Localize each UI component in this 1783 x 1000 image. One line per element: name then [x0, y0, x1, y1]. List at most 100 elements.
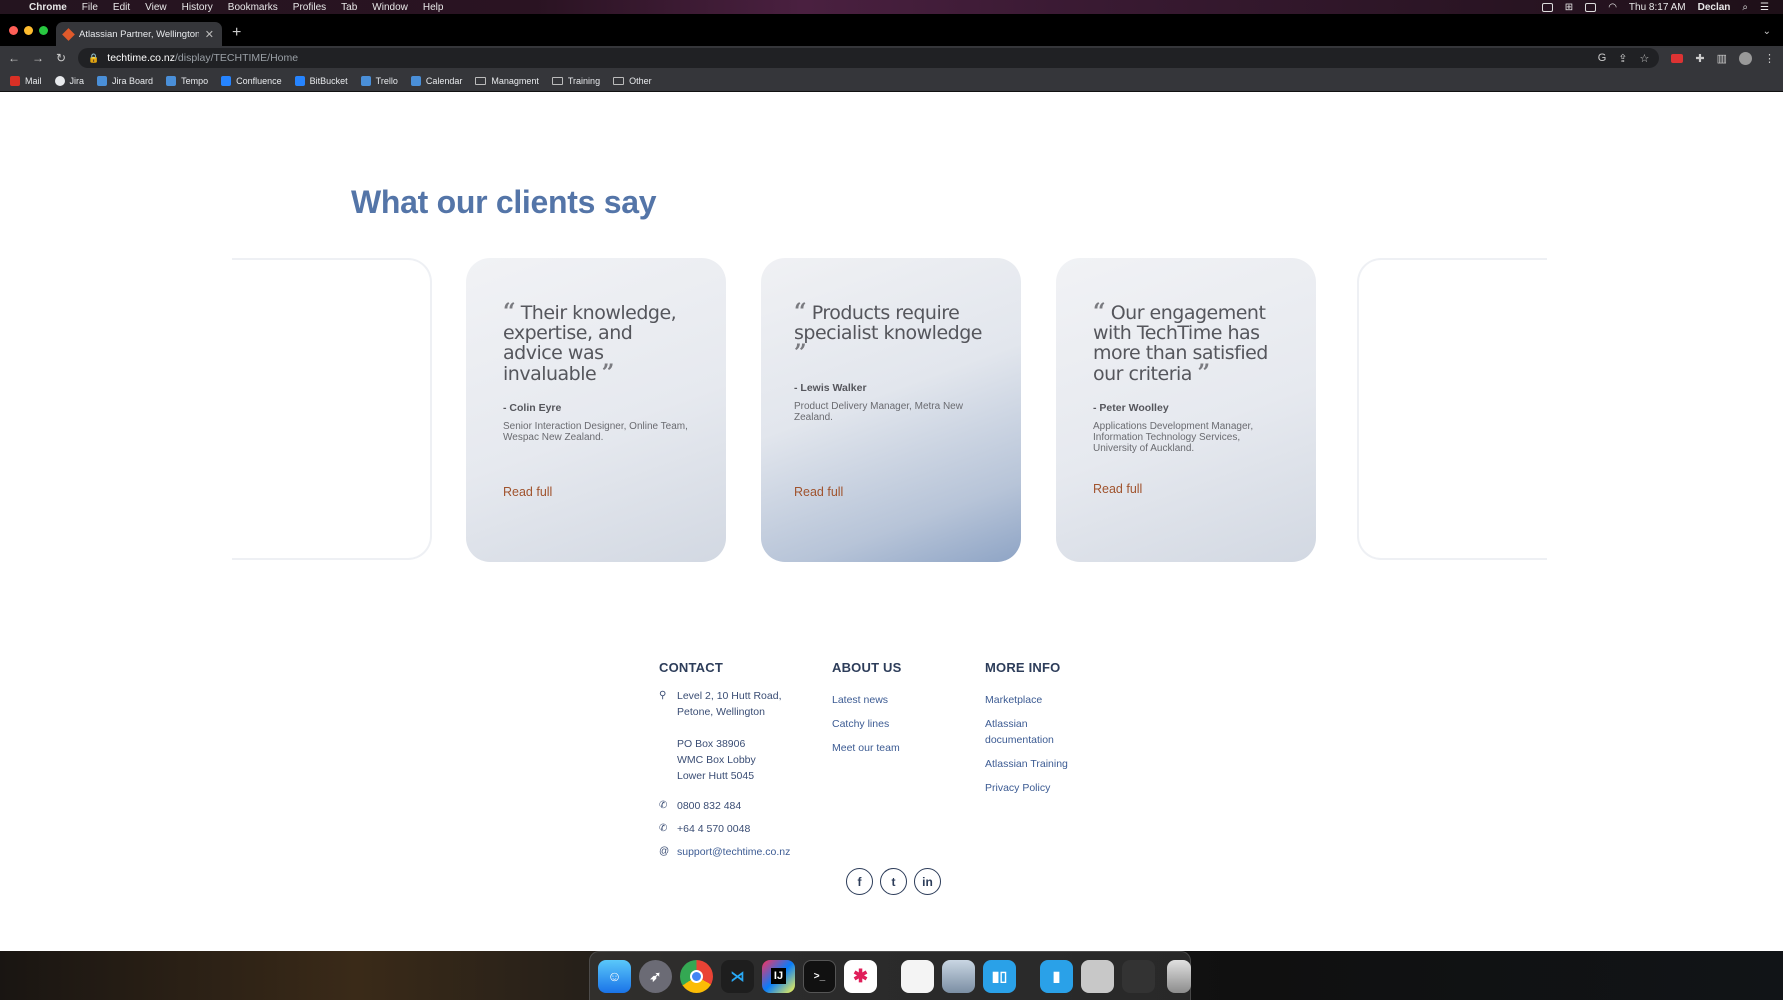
- phone-icon: ✆: [659, 800, 668, 811]
- footer-link-privacy-policy[interactable]: Privacy Policy: [985, 780, 1050, 796]
- new-tab-button[interactable]: +: [232, 24, 241, 42]
- footer-link-atlassian-training[interactable]: Atlassian Training: [985, 756, 1068, 772]
- testimonials-heading: What our clients say: [351, 184, 657, 220]
- contact-phone-1[interactable]: ✆ 0800 832 484: [659, 798, 741, 814]
- finder-icon[interactable]: ☺: [598, 959, 631, 993]
- status-grid-icon[interactable]: ⊞: [1565, 2, 1573, 13]
- address-line: Level 2, 10 Hutt Road,: [677, 690, 782, 702]
- control-center-icon[interactable]: ☰: [1760, 2, 1769, 13]
- bookmark-folder-other[interactable]: Other: [613, 76, 652, 86]
- google-lens-icon[interactable]: G: [1598, 52, 1607, 64]
- url-path: /display/TECHTIME/Home: [174, 52, 299, 64]
- menu-file[interactable]: File: [82, 2, 98, 13]
- airplay-icon[interactable]: [1585, 2, 1597, 12]
- menu-edit[interactable]: Edit: [113, 2, 130, 13]
- testimonial-author: - Colin Eyre: [503, 402, 562, 414]
- close-quote-icon: ”: [601, 360, 615, 386]
- forward-arrow-icon[interactable]: →: [32, 51, 44, 65]
- bookmark-star-icon[interactable]: ☆: [1640, 52, 1650, 65]
- po-line: PO Box 38906: [677, 738, 746, 750]
- chrome-menu-icon[interactable]: ⋮: [1764, 52, 1775, 65]
- url-host: techtime.co.nz: [107, 52, 175, 64]
- bookmark-folder-training[interactable]: Training: [551, 76, 600, 86]
- bookmark-tempo[interactable]: Tempo: [166, 75, 208, 86]
- menu-tab[interactable]: Tab: [341, 2, 357, 13]
- textedit-icon[interactable]: [901, 959, 934, 993]
- screenshot-stack-icon[interactable]: [1081, 959, 1114, 993]
- menu-history[interactable]: History: [182, 2, 213, 13]
- downloads-stack-icon[interactable]: ▮: [1040, 959, 1073, 993]
- tempo-icon: [166, 75, 177, 86]
- footer-link-latest-news[interactable]: Latest news: [832, 692, 888, 708]
- profile-avatar[interactable]: [1739, 51, 1752, 65]
- extension-red-icon[interactable]: [1671, 53, 1684, 63]
- bookmark-jira-board[interactable]: Jira Board: [97, 75, 153, 86]
- bookmark-calendar[interactable]: Calendar: [410, 75, 462, 86]
- contact-address: ⚲ Level 2, 10 Hutt Road, Petone, Wellingt…: [659, 688, 781, 720]
- window-stack-icon[interactable]: [1122, 959, 1155, 993]
- close-window-button[interactable]: [9, 26, 18, 35]
- contact-phone-2[interactable]: ✆ +64 4 570 0048: [659, 821, 750, 837]
- menu-profiles[interactable]: Profiles: [293, 2, 326, 13]
- vscode-icon[interactable]: ⋊: [721, 959, 754, 993]
- footer-link-marketplace[interactable]: Marketplace: [985, 692, 1042, 708]
- footer-about-heading: ABOUT US: [832, 660, 902, 675]
- bookmark-label: Confluence: [236, 75, 282, 86]
- footer-link-atlassian-documentation[interactable]: Atlassian documentation: [985, 716, 1054, 748]
- read-full-link[interactable]: Read full: [1093, 482, 1142, 496]
- address-bar[interactable]: 🔒 techtime.co.nz/display/TECHTIME/Home G…: [78, 48, 1660, 68]
- preview-icon[interactable]: [942, 959, 975, 993]
- read-full-link[interactable]: Read full: [794, 485, 843, 499]
- menubar-user[interactable]: Declan: [1698, 2, 1731, 13]
- menu-bookmarks[interactable]: Bookmarks: [228, 2, 278, 13]
- minimize-window-button[interactable]: [24, 26, 33, 35]
- footer-link-catchy-lines[interactable]: Catchy lines: [832, 716, 889, 732]
- extensions-puzzle-icon[interactable]: ✚: [1695, 52, 1704, 65]
- bookmark-trello[interactable]: Trello: [360, 75, 398, 86]
- browser-tab-active[interactable]: Atlassian Partner, Wellington - ✕: [56, 22, 222, 46]
- bookmark-confluence[interactable]: Confluence: [221, 75, 282, 86]
- menubar-clock[interactable]: Thu 8:17 AM: [1629, 2, 1686, 13]
- tab-search-chevron-icon[interactable]: ⌄: [1763, 26, 1771, 37]
- status-shield-icon[interactable]: [1541, 2, 1553, 12]
- bookmark-folder-managment[interactable]: Managment: [475, 76, 539, 86]
- social-links: f t in: [846, 868, 941, 895]
- wifi-icon[interactable]: ◠: [1608, 2, 1617, 13]
- back-arrow-icon[interactable]: ←: [8, 51, 20, 65]
- launchpad-icon[interactable]: ➶: [639, 959, 672, 993]
- twitter-icon[interactable]: t: [880, 868, 907, 895]
- folder-icon: [475, 76, 487, 85]
- facebook-icon[interactable]: f: [846, 868, 873, 895]
- menu-view[interactable]: View: [145, 2, 167, 13]
- carousel-card-prev[interactable]: [232, 258, 432, 560]
- read-full-link[interactable]: Read full: [503, 485, 552, 499]
- menu-window[interactable]: Window: [372, 2, 408, 13]
- bookmark-label: Managment: [491, 75, 539, 86]
- side-panel-icon[interactable]: ▥: [1717, 52, 1727, 65]
- close-tab-icon[interactable]: ✕: [205, 28, 214, 41]
- bookmark-mail[interactable]: Mail: [10, 75, 42, 86]
- testimonial-role: Senior Interaction Designer, Online Team…: [503, 421, 688, 443]
- spotlight-search-icon[interactable]: ⌕: [1742, 2, 1748, 13]
- footer-more-heading: MORE INFO: [985, 660, 1061, 675]
- chrome-icon[interactable]: [680, 959, 713, 993]
- menu-app-name[interactable]: Chrome: [29, 2, 67, 13]
- reload-icon[interactable]: ↻: [56, 51, 66, 65]
- slack-icon[interactable]: ✱: [844, 959, 877, 993]
- zoom-window-button[interactable]: [39, 26, 48, 35]
- po-line: Lower Hutt 5045: [677, 770, 755, 782]
- menu-help[interactable]: Help: [423, 2, 444, 13]
- trello-dock-icon[interactable]: ▮▯: [983, 959, 1016, 993]
- bookmark-jira[interactable]: Jira: [54, 75, 84, 86]
- carousel-card-next[interactable]: [1357, 258, 1547, 560]
- contact-email[interactable]: @ support@techtime.co.nz: [659, 844, 790, 860]
- trash-icon[interactable]: [1167, 959, 1191, 993]
- footer-link-meet-team[interactable]: Meet our team: [832, 740, 900, 756]
- lock-icon[interactable]: 🔒: [88, 53, 99, 64]
- linkedin-icon[interactable]: in: [914, 868, 941, 895]
- share-icon[interactable]: ⇪: [1618, 52, 1627, 65]
- bookmark-bitbucket[interactable]: BitBucket: [294, 75, 348, 86]
- close-quote-icon: ”: [1197, 360, 1210, 386]
- terminal-icon[interactable]: >_: [803, 959, 836, 993]
- intellij-icon[interactable]: IJ: [762, 959, 795, 993]
